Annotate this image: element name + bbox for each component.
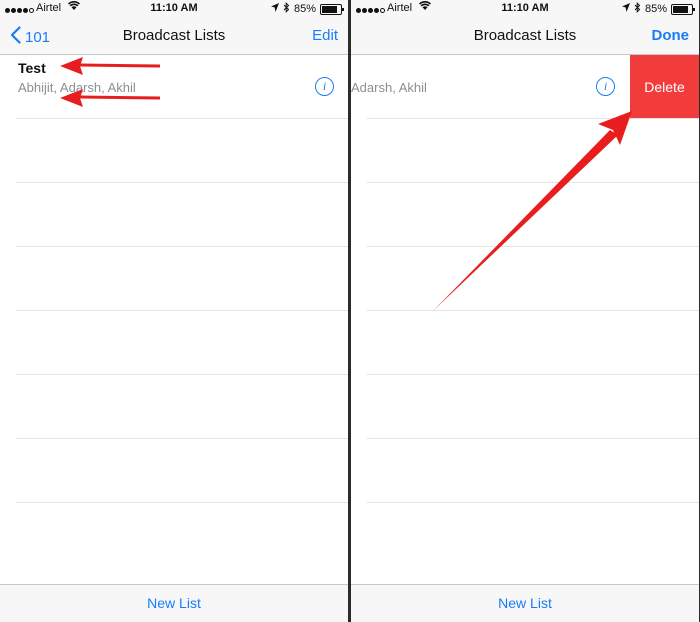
right-screen: Airtel 11:10 AM 85% Broadcast Lists Done… bbox=[351, 0, 699, 622]
broadcast-list-row[interactable]: Test Abhijit, Adarsh, Akhil i bbox=[0, 55, 348, 118]
list-members: Abhijit, Adarsh, Akhil bbox=[18, 80, 136, 95]
left-screen: Airtel 11:10 AM 85% 101 Broadcast Lists … bbox=[0, 0, 348, 622]
bluetooth-icon bbox=[283, 1, 290, 16]
list-name: Test bbox=[18, 60, 46, 76]
battery-percent: 85% bbox=[644, 3, 667, 15]
bottom-toolbar: New List bbox=[351, 584, 699, 622]
bottom-toolbar: New List bbox=[0, 584, 348, 622]
navigation-bar: 101 Broadcast Lists Edit bbox=[0, 18, 348, 55]
battery-icon bbox=[671, 3, 695, 15]
battery-icon bbox=[320, 3, 344, 15]
bluetooth-icon bbox=[634, 1, 641, 16]
status-bar: Airtel 11:10 AM 85% bbox=[351, 0, 699, 18]
location-icon bbox=[270, 3, 279, 15]
navigation-bar: Broadcast Lists Done bbox=[351, 18, 699, 55]
new-list-button[interactable]: New List bbox=[351, 595, 699, 611]
status-bar: Airtel 11:10 AM 85% bbox=[0, 0, 348, 18]
info-icon[interactable]: i bbox=[315, 77, 334, 96]
delete-button[interactable]: Delete bbox=[630, 55, 699, 118]
new-list-button[interactable]: New List bbox=[0, 595, 348, 611]
empty-table-rows bbox=[367, 55, 699, 584]
info-icon[interactable]: i bbox=[596, 77, 615, 96]
battery-percent: 85% bbox=[293, 3, 316, 15]
page-title: Broadcast Lists bbox=[122, 27, 226, 44]
list-members: Adarsh, Akhil bbox=[351, 80, 427, 95]
page-title: Broadcast Lists bbox=[473, 27, 577, 44]
empty-table-rows bbox=[16, 55, 348, 584]
edit-button[interactable]: Edit bbox=[312, 27, 338, 44]
location-icon bbox=[621, 3, 630, 15]
done-button[interactable]: Done bbox=[652, 27, 690, 44]
